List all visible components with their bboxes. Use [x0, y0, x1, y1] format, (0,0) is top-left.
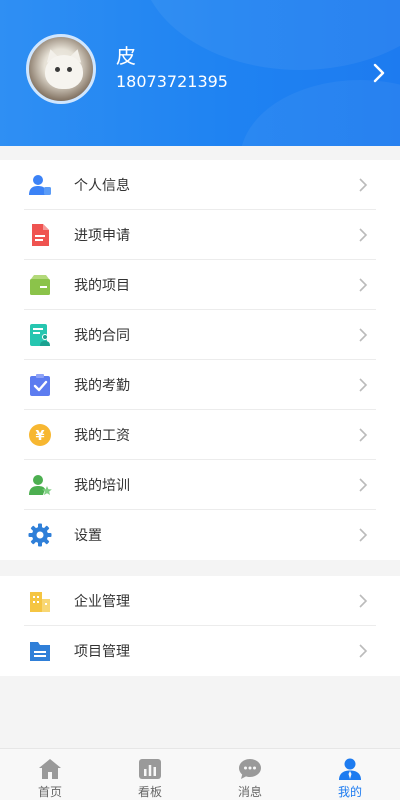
menu-item-settings[interactable]: 设置 [0, 510, 400, 560]
chevron-right-icon [359, 478, 368, 492]
user-star-icon [29, 475, 52, 495]
menu-item-my-contracts[interactable]: 我的合同 [0, 310, 400, 360]
menu-item-my-salary[interactable]: ¥ 我的工资 [0, 410, 400, 460]
menu-group-secondary: 企业管理 项目管理 [0, 576, 400, 676]
user-phone: 18073721395 [116, 72, 228, 91]
box-icon [30, 275, 50, 295]
chevron-right-icon [359, 228, 368, 242]
chat-icon [239, 759, 261, 779]
menu-item-label: 项目管理 [74, 644, 130, 660]
header-decoration [240, 80, 400, 146]
person-icon [339, 758, 361, 780]
menu-item-label: 我的考勤 [74, 378, 130, 394]
home-icon [39, 759, 61, 779]
svg-text:¥: ¥ [35, 429, 44, 444]
menu-item-my-attendance[interactable]: 我的考勤 [0, 360, 400, 410]
menu-item-my-training[interactable]: 我的培训 [0, 460, 400, 510]
menu-group-primary: 个人信息 进项申请 我的项目 我的合同 我的考勤 ¥ 我的工资 我的培训 设置 [0, 160, 400, 560]
header-decoration [140, 0, 400, 70]
menu-item-label: 个人信息 [74, 178, 130, 194]
menu-item-project-application[interactable]: 进项申请 [0, 210, 400, 260]
menu-item-personal-info[interactable]: 个人信息 [0, 160, 400, 210]
chevron-right-icon[interactable] [372, 63, 386, 83]
menu-item-label: 我的合同 [74, 328, 130, 344]
document-icon [32, 224, 49, 246]
menu-item-label: 进项申请 [74, 228, 130, 244]
tab-label: 首页 [37, 785, 62, 799]
menu-item-label: 我的培训 [74, 478, 130, 494]
menu-item-my-projects[interactable]: 我的项目 [0, 260, 400, 310]
profile-header[interactable]: 皮 18073721395 [0, 0, 400, 146]
gear-icon [28, 523, 52, 547]
menu-item-label: 企业管理 [74, 594, 130, 610]
menu-item-enterprise-management[interactable]: 企业管理 [0, 576, 400, 626]
menu-item-label: 设置 [74, 528, 102, 544]
user-name: 皮 [116, 44, 136, 68]
chart-icon [139, 759, 161, 779]
contract-icon [30, 324, 50, 346]
menu-item-label: 我的工资 [74, 428, 130, 444]
tab-label: 看板 [137, 785, 162, 799]
user-info-icon [29, 175, 51, 195]
tab-messages[interactable]: 消息 [200, 749, 300, 800]
chevron-right-icon [359, 378, 368, 392]
folder-icon [30, 642, 50, 661]
chevron-right-icon [359, 178, 368, 192]
tab-home[interactable]: 首页 [0, 749, 100, 800]
avatar[interactable] [26, 34, 96, 104]
tab-mine[interactable]: 我的 [300, 749, 400, 800]
tab-dashboard[interactable]: 看板 [100, 749, 200, 800]
menu-item-label: 我的项目 [74, 278, 130, 294]
chevron-right-icon [359, 278, 368, 292]
chevron-right-icon [359, 428, 368, 442]
building-icon [30, 592, 50, 612]
yen-coin-icon: ¥ [29, 424, 51, 446]
chevron-right-icon [359, 328, 368, 342]
tab-label: 我的 [337, 785, 362, 799]
menu-item-project-management[interactable]: 项目管理 [0, 626, 400, 676]
bottom-tab-bar: 首页 看板 消息 我的 [0, 748, 400, 800]
tab-label: 消息 [237, 785, 262, 799]
chevron-right-icon [359, 644, 368, 658]
chevron-right-icon [359, 528, 368, 542]
chevron-right-icon [359, 594, 368, 608]
clipboard-check-icon [30, 374, 50, 396]
